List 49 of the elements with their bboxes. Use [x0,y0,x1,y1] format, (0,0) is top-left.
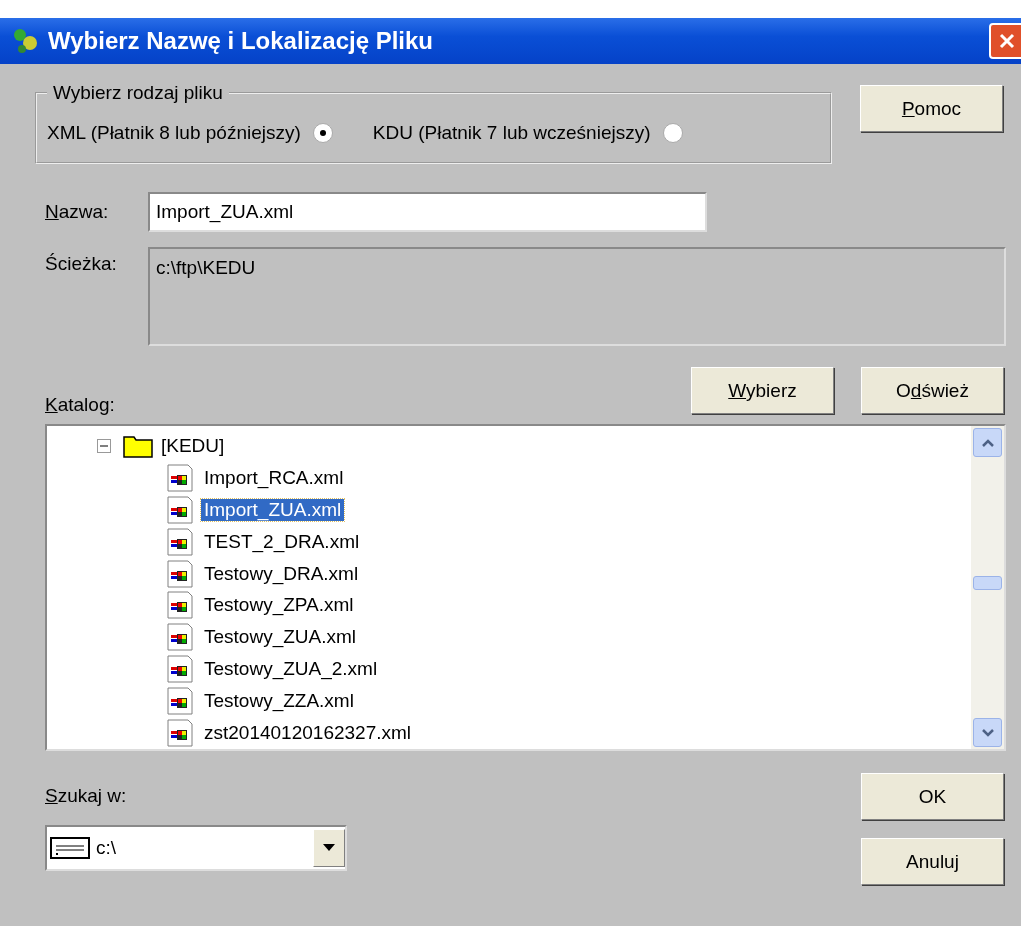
path-label: Ścieżka: [45,253,118,275]
chevron-down-icon [980,727,995,738]
name-field[interactable]: Import_ZUA.xml [148,192,707,232]
close-icon [997,31,1017,51]
tree-item[interactable]: Testowy_DRA.xml [201,562,362,585]
search-in-label: Szukaj w: [45,785,128,807]
search-in-dropdown[interactable]: c:\ [45,825,347,871]
radio-button[interactable] [662,123,683,143]
radio-label: XML (Płatnik 8 lub późniejszy) [47,122,301,144]
tree-item[interactable]: Testowy_ZZA.xml [201,690,357,713]
refresh-button[interactable]: Odśwież [861,367,1004,414]
file-icon [167,559,193,588]
catalog-label: Katalog: [45,394,116,416]
help-button[interactable]: Pomoc [860,85,1003,132]
tree-item[interactable]: zst20140120162327.xml [201,722,415,745]
tree-item[interactable]: Import_RCA.xml [201,466,347,489]
select-button[interactable]: Wybierz [691,367,834,414]
file-icon [167,495,193,524]
dropdown-button[interactable] [313,829,345,867]
chevron-up-icon [980,437,995,448]
file-icon [167,719,193,748]
name-label: Nazwa: [45,201,110,223]
tree-item[interactable]: [KEDU] [161,434,225,457]
group-legend: Wybierz rodzaj pliku [47,82,229,104]
caret-icon [323,844,335,852]
scrollbar[interactable] [971,426,1004,749]
tree-item[interactable]: TEST_2_DRA.xml [201,530,363,553]
path-field: c:\ftp\KEDU [148,247,1006,346]
tree-item[interactable]: Testowy_ZUA.xml [201,626,360,649]
file-icon [167,623,193,652]
file-icon [167,687,193,716]
drive-icon [50,837,90,859]
folder-icon [123,433,153,458]
radio-label: KDU (Płatnik 7 lub wcześniejszy) [372,122,651,144]
tree-item[interactable]: Testowy_ZPA.xml [201,594,357,617]
tree-item[interactable]: Import_ZUA.xml [201,498,345,521]
file-icon [167,527,193,556]
scroll-thumb[interactable] [973,576,1002,590]
file-icon [167,655,193,684]
app-icon [12,27,40,55]
window-title: Wybierz Nazwę i Lokalizację Pliku [48,27,435,55]
tree-item[interactable]: Testowy_ZUA_2.xml [201,658,381,681]
ok-button[interactable]: OK [861,773,1004,820]
cancel-button[interactable]: Anuluj [861,838,1004,885]
file-icon [167,463,193,492]
collapse-toggle[interactable] [97,438,111,453]
file-icon [167,591,193,620]
radio-button[interactable] [312,123,333,143]
close-button[interactable] [989,23,1021,59]
